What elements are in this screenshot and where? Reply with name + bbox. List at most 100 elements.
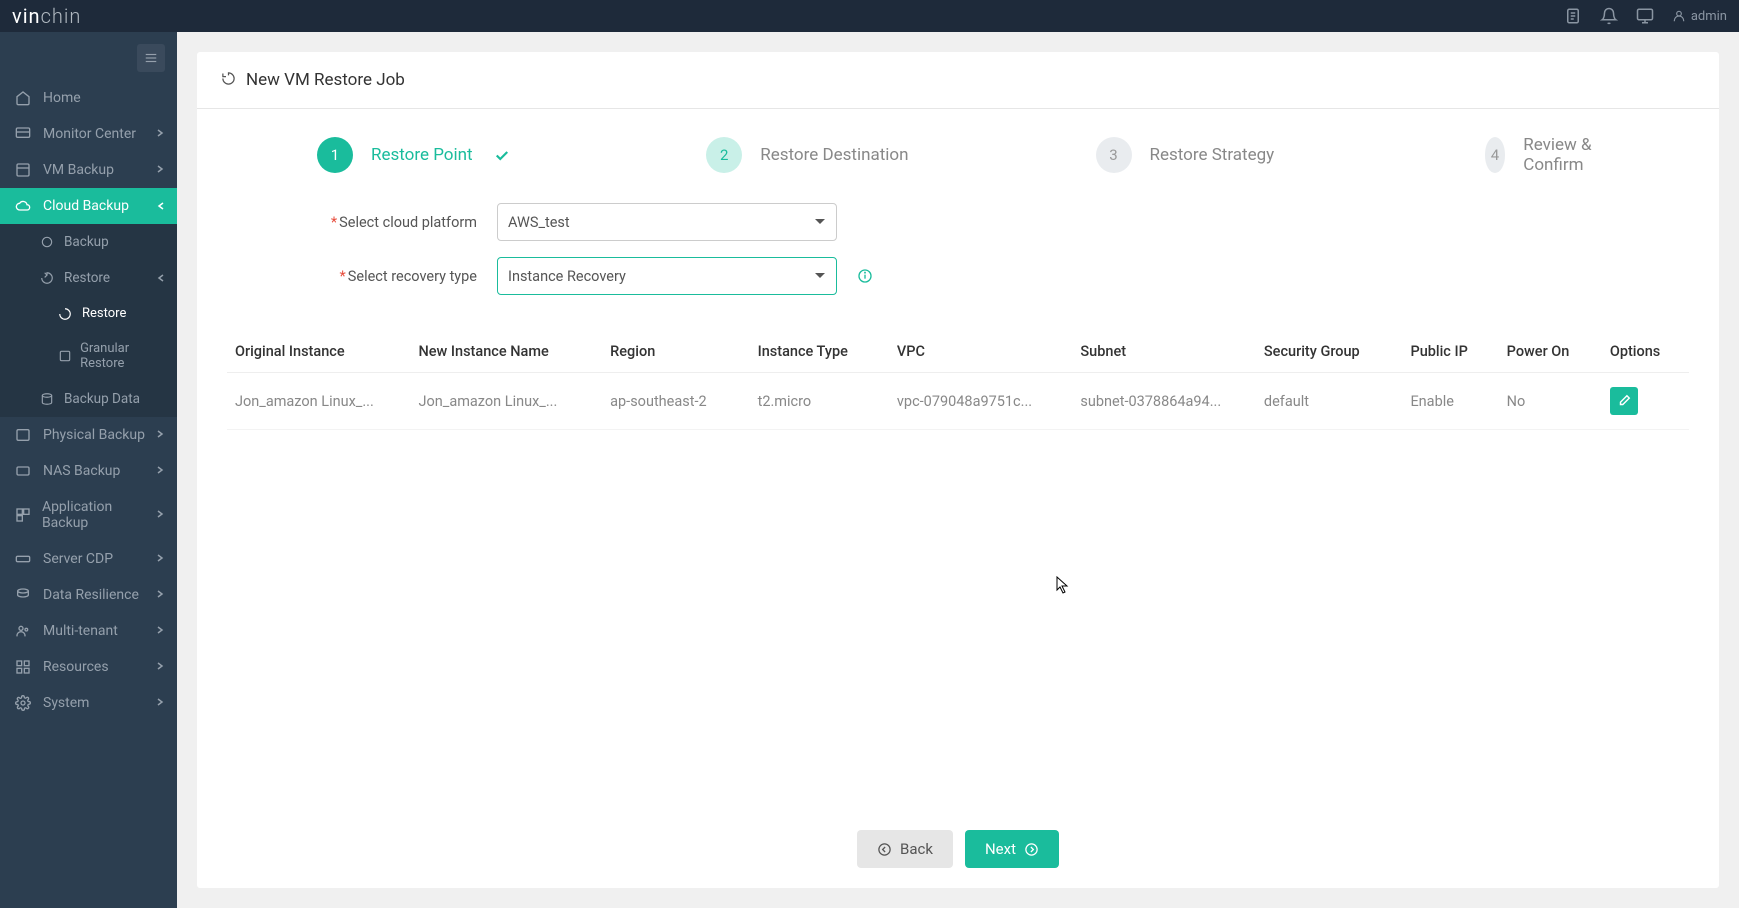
cell-options — [1602, 373, 1689, 430]
cell-subnet: subnet-0378864a94... — [1072, 373, 1256, 430]
nav-cb-backupdata[interactable]: Backup Data — [0, 381, 177, 417]
th-region: Region — [602, 331, 749, 373]
step-circle: 3 — [1096, 137, 1132, 173]
nav-nas[interactable]: NAS Backup — [0, 453, 177, 489]
vmbackup-icon — [15, 162, 33, 178]
th-power: Power On — [1499, 331, 1602, 373]
table-header-row: Original Instance New Instance Name Regi… — [227, 331, 1689, 373]
nav-vmbackup[interactable]: VM Backup — [0, 152, 177, 188]
chevron-icon — [155, 695, 165, 711]
resources-icon — [15, 659, 33, 675]
panel-header: New VM Restore Job — [197, 52, 1719, 109]
nav-label: Granular Restore — [80, 341, 165, 371]
th-vpc: VPC — [889, 331, 1073, 373]
tenant-icon — [15, 623, 33, 639]
step-circle: 4 — [1485, 137, 1506, 173]
th-sg: Security Group — [1256, 331, 1403, 373]
cell-itype: t2.micro — [750, 373, 889, 430]
nav-cloudbackup[interactable]: Cloud Backup — [0, 188, 177, 224]
step-3[interactable]: 3 Restore Strategy — [1096, 137, 1485, 173]
brand-logo: vinchin — [12, 4, 81, 28]
chevron-icon — [155, 463, 165, 479]
nav-cb-restore-item[interactable]: Restore — [0, 296, 177, 331]
nav-label: Backup — [64, 234, 109, 250]
chevron-icon — [155, 162, 165, 178]
nav-cb-granular[interactable]: Granular Restore — [0, 331, 177, 381]
layout: Home Monitor Center VM Backup Cloud Back… — [0, 32, 1739, 908]
brand-part2: chin — [41, 4, 82, 28]
nav-monitor[interactable]: Monitor Center — [0, 116, 177, 152]
clipboard-icon[interactable] — [1564, 7, 1582, 25]
step-circle: 2 — [706, 137, 742, 173]
nav-cloudbackup-sub: Backup Restore Restore Granular Restore — [0, 224, 177, 417]
platform-label: *Select cloud platform — [317, 214, 497, 231]
cloud-icon — [15, 198, 33, 214]
restore-icon — [40, 271, 56, 285]
gear-icon — [15, 695, 33, 711]
nav-system[interactable]: System — [0, 685, 177, 721]
nav-label: Multi-tenant — [43, 623, 118, 639]
refresh-icon[interactable] — [221, 71, 236, 90]
page-title: New VM Restore Job — [246, 70, 405, 90]
main: New VM Restore Job 1 Restore Point 2 Res… — [177, 32, 1739, 908]
edit-row-button[interactable] — [1610, 387, 1638, 415]
nav-cdp[interactable]: Server CDP — [0, 541, 177, 577]
nav-physical[interactable]: Physical Backup — [0, 417, 177, 453]
chevron-icon — [155, 659, 165, 675]
nav-label: NAS Backup — [43, 463, 120, 479]
wizard-steps: 1 Restore Point 2 Restore Destination 3 … — [197, 109, 1719, 195]
cell-vpc: vpc-079048a9751c... — [889, 373, 1073, 430]
nav-multitenant[interactable]: Multi-tenant — [0, 613, 177, 649]
platform-select[interactable]: AWS_test — [497, 203, 837, 241]
back-button[interactable]: Back — [857, 830, 953, 868]
monitor-icon[interactable] — [1636, 7, 1654, 25]
nav-label: VM Backup — [43, 162, 114, 178]
cell-power: No — [1499, 373, 1602, 430]
topbar: vinchin admin — [0, 0, 1739, 32]
cdp-icon — [15, 551, 33, 567]
chevron-down-icon — [152, 201, 168, 211]
chevron-icon — [155, 623, 165, 639]
nav-label: System — [43, 695, 89, 711]
nav-label: Backup Data — [64, 391, 140, 407]
info-icon[interactable] — [857, 268, 873, 284]
nav-cb-backup[interactable]: Backup — [0, 224, 177, 260]
restore-icon — [58, 307, 74, 321]
nav-app[interactable]: Application Backup — [0, 489, 177, 541]
step-2[interactable]: 2 Restore Destination — [706, 137, 1095, 173]
nav-label: Application Backup — [42, 499, 155, 531]
cell-newname: Jon_amazon Linux_... — [411, 373, 603, 430]
chevron-icon — [155, 126, 165, 142]
panel: New VM Restore Job 1 Restore Point 2 Res… — [197, 52, 1719, 888]
th-original: Original Instance — [227, 331, 411, 373]
step-circle: 1 — [317, 137, 353, 173]
nav-resilience[interactable]: Data Resilience — [0, 577, 177, 613]
next-button[interactable]: Next — [965, 830, 1059, 868]
home-icon — [15, 90, 33, 106]
nav-label: Home — [43, 90, 81, 106]
recovery-select[interactable]: Instance Recovery — [497, 257, 837, 295]
bell-icon[interactable] — [1600, 7, 1618, 25]
th-pip: Public IP — [1402, 331, 1498, 373]
user-menu[interactable]: admin — [1672, 9, 1727, 24]
wizard-footer: Back Next — [197, 810, 1719, 888]
table-row: Jon_amazon Linux_... Jon_amazon Linux_..… — [227, 373, 1689, 430]
nav-label: Data Resilience — [43, 587, 139, 603]
nav-cb-restore[interactable]: Restore — [0, 260, 177, 296]
monitor-center-icon — [15, 126, 33, 142]
cell-sg: default — [1256, 373, 1403, 430]
nav-resources[interactable]: Resources — [0, 649, 177, 685]
step-1[interactable]: 1 Restore Point — [317, 137, 706, 173]
nav-label: Physical Backup — [43, 427, 145, 443]
topbar-right: admin — [1564, 7, 1727, 25]
sidebar-toggle[interactable] — [137, 44, 165, 72]
brand-part1: vin — [12, 4, 41, 28]
nav-home[interactable]: Home — [0, 80, 177, 116]
chevron-icon — [155, 507, 165, 523]
form-area: *Select cloud platform AWS_test *Select … — [197, 195, 1719, 331]
step-4[interactable]: 4 Review & Confirm — [1485, 135, 1599, 175]
nav: Home Monitor Center VM Backup Cloud Back… — [0, 32, 177, 721]
nav-label: Resources — [43, 659, 109, 675]
row-platform: *Select cloud platform AWS_test — [317, 203, 1599, 241]
app-icon — [15, 507, 32, 523]
